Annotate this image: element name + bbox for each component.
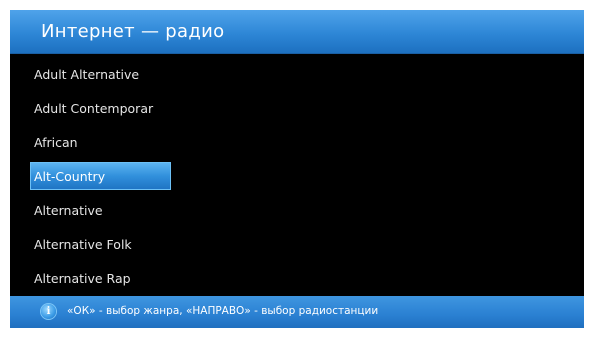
title-bar: Интернет — радио (10, 10, 584, 54)
genre-list: Adult Alternative Adult Contemporar Afri… (10, 58, 584, 296)
genre-label: Alternative Rap (34, 271, 131, 286)
page-title: Интернет — радио (41, 21, 225, 42)
genre-item-alt-country[interactable]: Alt-Country (10, 160, 584, 194)
genre-item-adult-contemporary[interactable]: Adult Contemporar (10, 92, 584, 126)
genre-label: Alternative (34, 203, 103, 218)
genre-item-alternative-rap[interactable]: Alternative Rap (10, 262, 584, 296)
genre-label: Alternative Folk (34, 237, 132, 252)
hint-text: «ОК» - выбор жанра, «НАПРАВО» - выбор ра… (67, 305, 379, 317)
info-icon: i (41, 304, 56, 319)
genre-label: Adult Alternative (34, 67, 140, 82)
genre-label: Adult Contemporar (34, 101, 154, 116)
hint-bar: i «ОК» - выбор жанра, «НАПРАВО» - выбор … (10, 296, 584, 328)
genre-item-african[interactable]: African (10, 126, 584, 160)
genre-item-alternative-folk[interactable]: Alternative Folk (10, 228, 584, 262)
genre-label: Alt-Country (34, 169, 106, 184)
genre-label: African (34, 135, 78, 150)
genre-item-alternative[interactable]: Alternative (10, 194, 584, 228)
tv-screen: Интернет — радио Adult Alternative Adult… (10, 10, 584, 328)
genre-item-adult-alternative[interactable]: Adult Alternative (10, 58, 584, 92)
